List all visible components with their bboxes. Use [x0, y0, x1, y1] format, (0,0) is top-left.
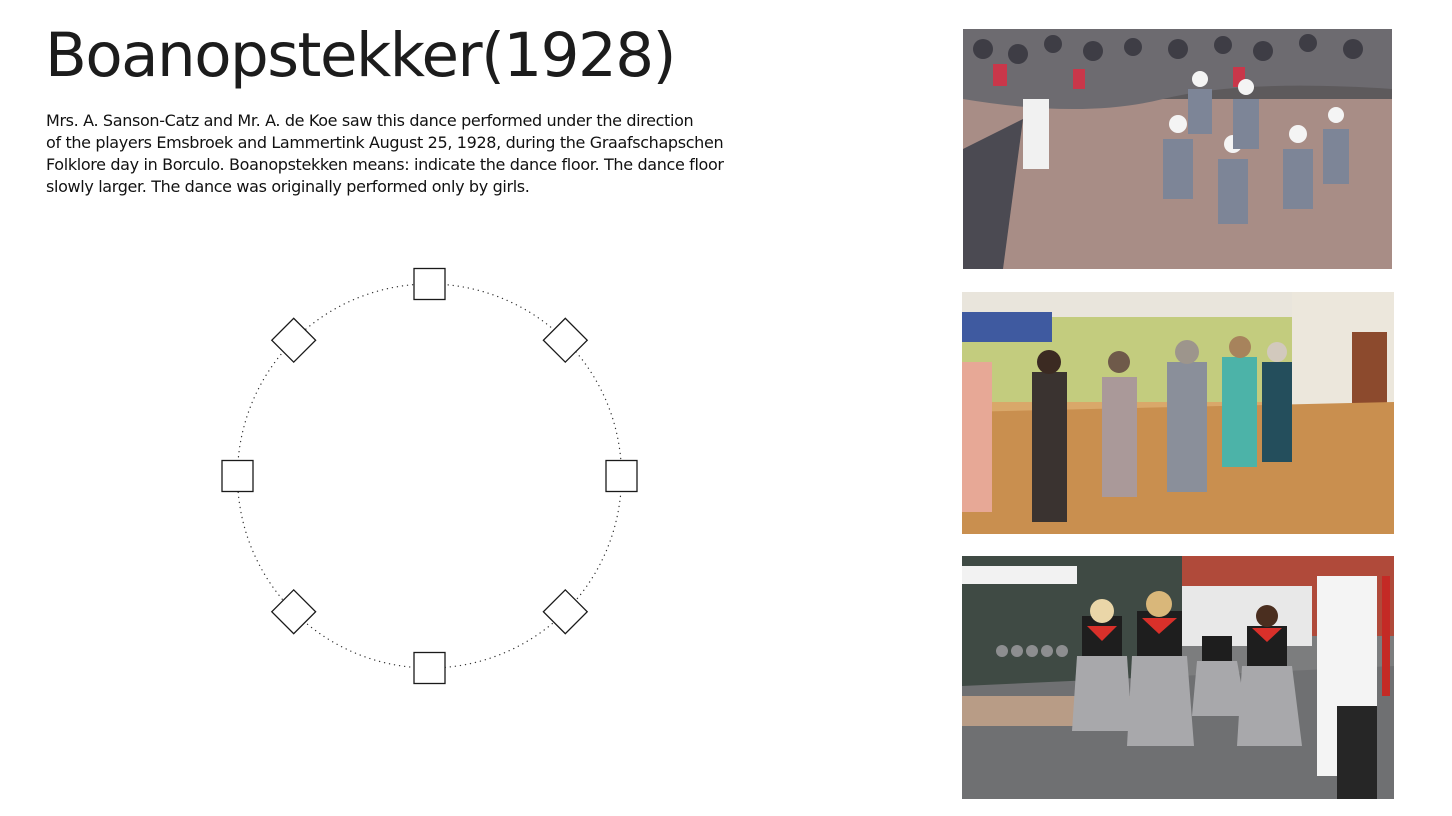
- dancer-marker-diamond: [270, 588, 317, 635]
- photo-2-image: [962, 292, 1394, 534]
- dance-description: Mrs. A. Sanson-Catz and Mr. A. de Koe sa…: [46, 110, 826, 198]
- dance-photo-street-festival: [962, 556, 1394, 799]
- page-title: Boanopstekker(1928): [45, 20, 676, 91]
- dance-formation-diagram: [200, 250, 660, 710]
- dancer-marker-square: [413, 651, 446, 685]
- dance-photo-outdoor-traditional: [963, 29, 1392, 269]
- dancer-marker-diamond: [270, 317, 317, 364]
- dancer-marker-square: [605, 459, 638, 493]
- description-line: of the players Emsbroek and Lammertink A…: [46, 133, 724, 152]
- photo-3-image: [962, 556, 1394, 799]
- dancer-marker-square: [413, 267, 446, 301]
- description-line: Folklore day in Borculo. Boanopstekken m…: [46, 155, 724, 174]
- dancer-marker-square: [221, 459, 254, 493]
- formation-svg: [221, 267, 638, 685]
- dance-photo-indoor-hall: [962, 292, 1394, 534]
- dancer-markers: [221, 267, 638, 685]
- dancer-marker-diamond: [542, 588, 589, 635]
- description-line: Mrs. A. Sanson-Catz and Mr. A. de Koe sa…: [46, 111, 694, 130]
- dancer-marker-diamond: [542, 317, 589, 364]
- photo-1-image: [963, 29, 1392, 269]
- description-line: slowly larger. The dance was originally …: [46, 177, 530, 196]
